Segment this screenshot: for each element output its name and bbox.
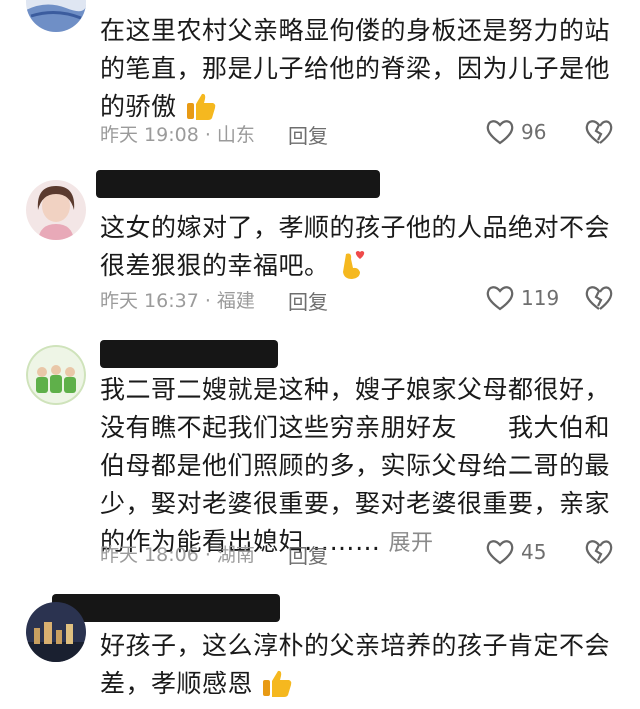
thumbs-up-icon — [261, 668, 293, 709]
comment-text: 这女的嫁对了，孝顺的孩子他的人品绝对不会很差狠狠的幸福吧。 — [100, 209, 620, 291]
comment-meta: 昨天 16:37 · 福建 回复 119 — [100, 284, 620, 314]
broken-heart-icon[interactable] — [584, 118, 614, 146]
broken-heart-icon[interactable] — [584, 538, 614, 566]
redacted-username — [100, 340, 278, 368]
comment-meta: 昨天 18:06 · 湖南 回复 45 — [100, 538, 620, 568]
comment-time-location: 昨天 19:08 · 山东 — [100, 124, 255, 146]
reply-button[interactable]: 回复 — [288, 540, 328, 569]
heart-icon[interactable] — [485, 538, 515, 566]
comment-text: 我二哥二嫂就是这种，嫂子娘家父母都很好，没有瞧不起我们这些穷亲朋好友 我大伯和伯… — [100, 375, 611, 556]
redacted-username — [52, 594, 280, 622]
like-count: 119 — [521, 286, 560, 310]
avatar[interactable] — [26, 602, 86, 662]
redacted-username — [96, 170, 380, 198]
avatar[interactable] — [26, 180, 86, 240]
like-count: 45 — [521, 540, 547, 564]
broken-heart-icon[interactable] — [584, 284, 614, 312]
comment-text: 好孩子，这么淳朴的父亲培养的孩子肯定不会差，孝顺感恩 — [100, 627, 620, 709]
reply-button[interactable]: 回复 — [288, 286, 328, 315]
heart-icon[interactable] — [485, 118, 515, 146]
comment-time-location: 昨天 18:06 · 湖南 — [100, 544, 255, 566]
like-count: 96 — [521, 120, 547, 144]
avatar[interactable] — [26, 0, 86, 32]
comment-time-location: 昨天 16:37 · 福建 — [100, 290, 255, 312]
comment-meta: 昨天 19:08 · 山东 回复 96 — [100, 118, 620, 148]
heart-icon[interactable] — [485, 284, 515, 312]
avatar[interactable] — [26, 345, 86, 405]
comment-text: 在这里农村父亲略显佝偻的身板还是努力的站的笔直，那是儿子给他的脊梁，因为儿子是他… — [100, 12, 620, 132]
reply-button[interactable]: 回复 — [288, 120, 328, 149]
